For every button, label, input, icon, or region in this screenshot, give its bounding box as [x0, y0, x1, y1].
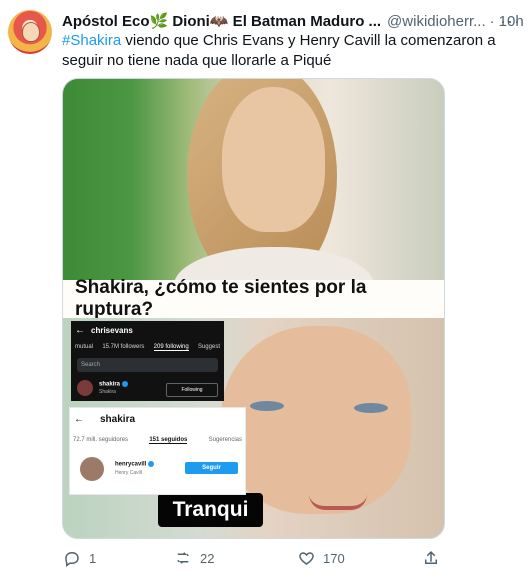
author-handle[interactable]: @wikidioherr... [387, 13, 486, 30]
top-meme-panel: Shakira, ¿cómo te sientes por la ruptura… [63, 79, 444, 327]
heart-icon [295, 547, 317, 569]
smile [309, 494, 367, 510]
instagram-username: chrisevans [91, 326, 133, 335]
tweet-actions: 1 22 170 [55, 545, 475, 571]
retweet-button[interactable]: 22 [172, 545, 214, 571]
left-eye [250, 401, 284, 411]
bottom-caption: Tranqui [158, 493, 263, 527]
tab-suggested: Suggest [197, 344, 220, 350]
henry-display-name: Henry Cavill [115, 470, 142, 476]
more-options-icon[interactable]: ··· [500, 11, 521, 32]
tab-suggestions: Sugerencias [208, 437, 242, 443]
shakira-avatar [77, 380, 93, 396]
tab-following: 209 following [153, 344, 189, 351]
author-name[interactable]: Apóstol Eco🌿 Dioni🦇 El Batman Maduro ... [62, 12, 381, 30]
reply-icon [61, 547, 83, 569]
share-button[interactable] [420, 545, 448, 571]
top-caption: Shakira, ¿cómo te sientes por la ruptura… [63, 277, 444, 320]
henry-avatar [80, 457, 104, 481]
tweet-card[interactable]: Apóstol Eco🌿 Dioni🦇 El Batman Maduro ...… [0, 0, 531, 575]
hashtag-link[interactable]: #Shakira [62, 32, 121, 49]
face-shape [222, 87, 325, 232]
tweet-text: #Shakira viendo que Chris Evans y Henry … [62, 31, 512, 71]
instagram-tabs: 72.7 mill. seguidores 151 seguidos Suger… [70, 437, 245, 444]
reply-count: 1 [89, 550, 97, 566]
like-button[interactable]: 170 [295, 545, 345, 571]
instagram-user-row: henrycavill Henry Cavill Seguir [80, 457, 238, 481]
tab-following: 151 seguidos [149, 437, 188, 444]
verified-badge-icon [148, 461, 155, 467]
back-arrow-icon: ← [75, 325, 85, 336]
shakira-display-name: Shakira [99, 389, 116, 395]
avatar[interactable] [8, 10, 52, 54]
instagram-user-row: shakira Shakira Following [77, 379, 218, 399]
following-button: Following [166, 383, 218, 397]
reply-button[interactable]: 1 [61, 545, 96, 571]
retweet-count: 22 [200, 550, 215, 566]
tweet-header: Apóstol Eco🌿 Dioni🦇 El Batman Maduro ...… [62, 10, 524, 32]
right-eye [354, 403, 388, 413]
instagram-username: shakira [100, 414, 136, 425]
henry-username: henrycavill [115, 461, 155, 468]
closeup-face [221, 326, 411, 514]
retweet-icon [172, 547, 194, 569]
verified-badge-icon [122, 381, 129, 387]
share-icon [420, 547, 442, 569]
meme-image[interactable]: Shakira, ¿cómo te sientes por la ruptura… [62, 78, 445, 539]
shakira-username: shakira [99, 381, 129, 388]
chris-instagram-screenshot: ← chrisevans mutual 15.7M followers 209 … [71, 321, 224, 401]
back-arrow-icon: ← [74, 414, 84, 425]
tweet-body: viendo que Chris Evans y Henry Cavill la… [62, 32, 496, 69]
instagram-search-field: Search [77, 358, 218, 372]
follow-button: Seguir [185, 462, 238, 474]
separator-dot: · [489, 12, 495, 30]
shakira-instagram-screenshot: ← shakira 72.7 mill. seguidores 151 segu… [69, 407, 246, 495]
avatar-face [22, 22, 40, 42]
tab-mutual: mutual [75, 344, 94, 350]
like-count: 170 [323, 550, 345, 566]
instagram-tabs: mutual 15.7M followers 209 following Sug… [71, 344, 224, 351]
tab-followers: 15.7M followers [102, 344, 145, 350]
tab-followers: 72.7 mill. seguidores [73, 437, 129, 443]
